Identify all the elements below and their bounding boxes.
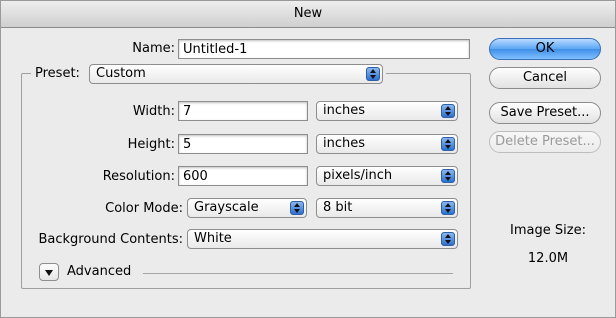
- color-mode-select[interactable]: Grayscale: [187, 198, 307, 218]
- updown-arrows-icon: [441, 169, 455, 183]
- cancel-button[interactable]: Cancel: [489, 67, 601, 89]
- updown-arrows-icon: [441, 232, 455, 246]
- disclosure-triangle-icon[interactable]: [39, 263, 59, 281]
- updown-arrows-icon: [366, 67, 380, 81]
- height-unit-value: inches: [323, 136, 366, 151]
- width-label: Width:: [132, 104, 175, 119]
- width-unit-select[interactable]: inches: [316, 101, 458, 121]
- preset-label: Preset:: [35, 66, 80, 81]
- width-unit-value: inches: [323, 103, 366, 118]
- resolution-unit-select[interactable]: pixels/inch: [316, 166, 458, 186]
- resolution-label: Resolution:: [102, 169, 175, 184]
- height-unit-select[interactable]: inches: [316, 134, 458, 154]
- ok-button[interactable]: OK: [489, 38, 601, 60]
- updown-arrows-icon: [441, 201, 455, 215]
- updown-arrows-icon: [441, 104, 455, 118]
- new-document-dialog: New Name: Untitled-1 Preset: Custom Widt…: [0, 0, 616, 318]
- delete-preset-button: Delete Preset...: [489, 131, 601, 153]
- dialog-title: New: [1, 1, 615, 28]
- width-input[interactable]: 7: [178, 101, 308, 121]
- color-mode-value: Grayscale: [194, 200, 259, 215]
- color-mode-label: Color Mode:: [105, 201, 183, 216]
- advanced-divider: [143, 273, 453, 274]
- advanced-label[interactable]: Advanced: [67, 264, 131, 279]
- updown-arrows-icon: [441, 137, 455, 151]
- name-input[interactable]: Untitled-1: [178, 39, 470, 59]
- name-label: Name:: [132, 41, 175, 56]
- bit-depth-value: 8 bit: [323, 200, 353, 215]
- image-size-label: Image Size:: [510, 223, 586, 238]
- height-label: Height:: [127, 137, 175, 152]
- preset-select-value: Custom: [96, 66, 146, 81]
- updown-arrows-icon: [290, 201, 304, 215]
- resolution-input[interactable]: 600: [178, 166, 308, 186]
- background-contents-select[interactable]: White: [187, 229, 458, 249]
- preset-select[interactable]: Custom: [89, 64, 383, 84]
- background-contents-label: Background Contents:: [38, 232, 183, 247]
- save-preset-button[interactable]: Save Preset...: [489, 102, 601, 124]
- height-input[interactable]: 5: [178, 134, 308, 154]
- bit-depth-select[interactable]: 8 bit: [316, 198, 458, 218]
- resolution-unit-value: pixels/inch: [323, 168, 393, 183]
- background-contents-value: White: [194, 231, 232, 246]
- image-size-value: 12.0M: [527, 251, 569, 266]
